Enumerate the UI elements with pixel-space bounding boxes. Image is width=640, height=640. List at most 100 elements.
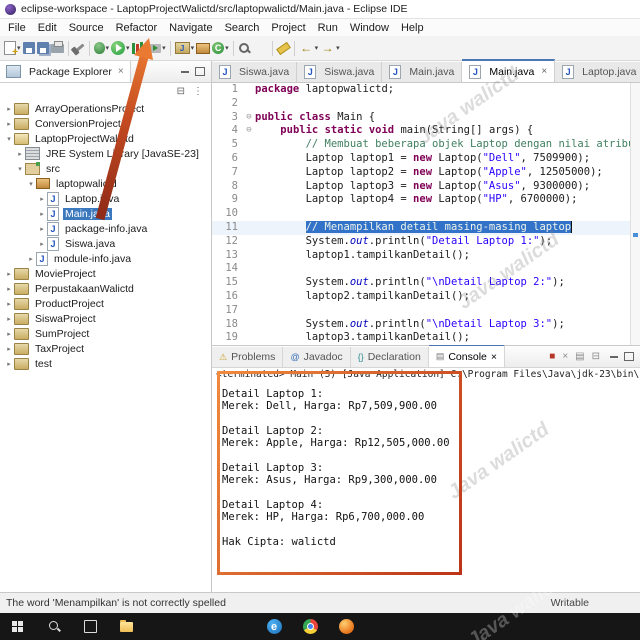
taskbar-chrome-button[interactable]: [292, 613, 328, 640]
close-tab-icon[interactable]: ×: [541, 66, 547, 77]
save-button[interactable]: [22, 38, 36, 58]
tree-item-laptopwalictd[interactable]: ▾laptopwalictd: [0, 176, 211, 191]
tree-item-src[interactable]: ▾src: [0, 161, 211, 176]
tab-javadoc[interactable]: @Javadoc: [283, 347, 350, 367]
tree-collapsed-arrow-icon[interactable]: ▸: [4, 300, 14, 308]
clear-console-icon[interactable]: ▤: [575, 352, 584, 362]
new-package-button[interactable]: [195, 38, 211, 58]
editor-tab-3[interactable]: JMain.java×: [462, 59, 555, 82]
close-view-icon[interactable]: ×: [118, 66, 124, 77]
tab-problems[interactable]: ⚠Problems: [212, 347, 283, 367]
taskbar-task-view-button[interactable]: [72, 613, 108, 640]
menu-file[interactable]: File: [2, 21, 32, 35]
remove-launch-icon[interactable]: ×: [562, 352, 568, 362]
new-java-project-button[interactable]: J▾: [174, 38, 196, 58]
menu-window[interactable]: Window: [344, 21, 395, 35]
menu-refactor[interactable]: Refactor: [110, 21, 164, 35]
view-menu-icon[interactable]: ⋮: [193, 86, 203, 97]
package-explorer-tab[interactable]: Package Explorer ×: [0, 61, 131, 82]
tree-collapsed-arrow-icon[interactable]: ▸: [4, 330, 14, 338]
tree-collapsed-arrow-icon[interactable]: ▸: [4, 105, 14, 113]
tree-collapsed-arrow-icon[interactable]: ▸: [37, 225, 47, 233]
coverage-button[interactable]: ▾: [131, 38, 149, 58]
taskbar-file-explorer-button[interactable]: [108, 613, 144, 640]
tree-item-package-info-java[interactable]: ▸Jpackage-info.java: [0, 221, 211, 236]
menu-help[interactable]: Help: [395, 21, 430, 35]
tab-declaration[interactable]: {}Declaration: [351, 347, 429, 367]
tree-collapsed-arrow-icon[interactable]: ▸: [26, 255, 36, 263]
tree-collapsed-arrow-icon[interactable]: ▸: [4, 270, 14, 278]
tree-item-siswaproject[interactable]: ▸SiswaProject: [0, 311, 211, 326]
back-button[interactable]: ←▾: [298, 38, 320, 58]
menu-run[interactable]: Run: [312, 21, 344, 35]
tree-item-jre-system-library-javase-23[interactable]: ▸JRE System Library [JavaSE-23]: [0, 146, 211, 161]
menu-project[interactable]: Project: [265, 21, 311, 35]
terminate-icon[interactable]: ■: [549, 352, 555, 362]
console-line: Merek: HP, Harga: Rp6,700,000.00: [222, 511, 640, 523]
mark-occurrences-button[interactable]: [276, 38, 291, 58]
fold-marker-icon[interactable]: ⊖: [243, 124, 255, 138]
editor-tab-2[interactable]: JMain.java: [382, 62, 462, 82]
tree-item-test[interactable]: ▸test: [0, 356, 211, 371]
editor-tab-0[interactable]: JSiswa.java: [212, 62, 297, 82]
scroll-lock-icon[interactable]: ⊟: [592, 352, 600, 362]
tree-expanded-arrow-icon[interactable]: ▾: [4, 135, 14, 143]
minimize-view-icon[interactable]: [181, 71, 189, 73]
tree-item-laptopprojectwalictd[interactable]: ▾LaptopProjectWalictd: [0, 131, 211, 146]
run-button[interactable]: ▾: [110, 38, 131, 58]
external-tools-button[interactable]: ▾: [148, 38, 167, 58]
menu-source[interactable]: Source: [63, 21, 110, 35]
tree-item-siswa-java[interactable]: ▸JSiswa.java: [0, 236, 211, 251]
search-button[interactable]: [252, 38, 269, 58]
menu-edit[interactable]: Edit: [32, 21, 63, 35]
tree-expanded-arrow-icon[interactable]: ▾: [26, 180, 36, 188]
code-editor[interactable]: 1package laptopwalictd;23⊖public class M…: [212, 83, 640, 345]
tree-item-perpustakaanwalictd[interactable]: ▸PerpustakaanWalictd: [0, 281, 211, 296]
overview-ruler[interactable]: [630, 83, 640, 345]
tab-console[interactable]: ▤Console×: [429, 344, 505, 367]
tree-collapsed-arrow-icon[interactable]: ▸: [4, 345, 14, 353]
minimize-console-icon[interactable]: [610, 356, 618, 358]
taskbar-search-button[interactable]: [36, 613, 72, 640]
tree-expanded-arrow-icon[interactable]: ▾: [15, 165, 25, 173]
tree-item-movieproject[interactable]: ▸MovieProject: [0, 266, 211, 281]
fold-marker-icon[interactable]: ⊖: [243, 111, 255, 125]
new-wizard-button[interactable]: ▾: [3, 38, 22, 58]
maximize-console-icon[interactable]: [624, 352, 634, 361]
menu-navigate[interactable]: Navigate: [163, 21, 218, 35]
tree-collapsed-arrow-icon[interactable]: ▸: [4, 315, 14, 323]
print-button[interactable]: [50, 38, 65, 58]
taskbar-edge-button[interactable]: e: [256, 613, 292, 640]
editor-tab-1[interactable]: JSiswa.java: [297, 62, 382, 82]
taskbar-firefox-button[interactable]: [328, 613, 364, 640]
tree-collapsed-arrow-icon[interactable]: ▸: [37, 240, 47, 248]
maximize-view-icon[interactable]: [195, 67, 205, 76]
tree-collapsed-arrow-icon[interactable]: ▸: [37, 195, 47, 203]
tree-collapsed-arrow-icon[interactable]: ▸: [37, 210, 47, 218]
console-output[interactable]: Detail Laptop 1:Merek: Dell, Harga: Rp7,…: [212, 384, 640, 592]
tree-item-productproject[interactable]: ▸ProductProject: [0, 296, 211, 311]
tree-item-laptop-java[interactable]: ▸JLaptop.java: [0, 191, 211, 206]
close-tab-icon[interactable]: ×: [491, 351, 497, 363]
taskbar-start-button[interactable]: [0, 613, 36, 640]
open-type-button[interactable]: [237, 38, 252, 58]
code-line: 17: [212, 304, 631, 318]
new-class-button[interactable]: C▾: [211, 38, 230, 58]
tree-collapsed-arrow-icon[interactable]: ▸: [15, 150, 25, 158]
collapse-all-icon[interactable]: ⊟: [177, 86, 185, 97]
tree-item-main-java[interactable]: ▸JMain.java: [0, 206, 211, 221]
tree-item-taxproject[interactable]: ▸TaxProject: [0, 341, 211, 356]
menu-search[interactable]: Search: [219, 21, 266, 35]
build-all-button[interactable]: [72, 38, 86, 58]
tree-item-conversionproject[interactable]: ▸ConversionProject: [0, 116, 211, 131]
save-all-button[interactable]: [36, 38, 50, 58]
forward-button[interactable]: →▾: [319, 38, 341, 58]
tree-collapsed-arrow-icon[interactable]: ▸: [4, 285, 14, 293]
debug-button[interactable]: ▾: [93, 38, 111, 58]
tree-item-arrayoperationsproject[interactable]: ▸ArrayOperationsProject: [0, 101, 211, 116]
tree-collapsed-arrow-icon[interactable]: ▸: [4, 120, 14, 128]
tree-item-module-info-java[interactable]: ▸Jmodule-info.java: [0, 251, 211, 266]
editor-tab-4[interactable]: JLaptop.java: [555, 62, 640, 82]
tree-collapsed-arrow-icon[interactable]: ▸: [4, 360, 14, 368]
tree-item-sumproject[interactable]: ▸SumProject: [0, 326, 211, 341]
